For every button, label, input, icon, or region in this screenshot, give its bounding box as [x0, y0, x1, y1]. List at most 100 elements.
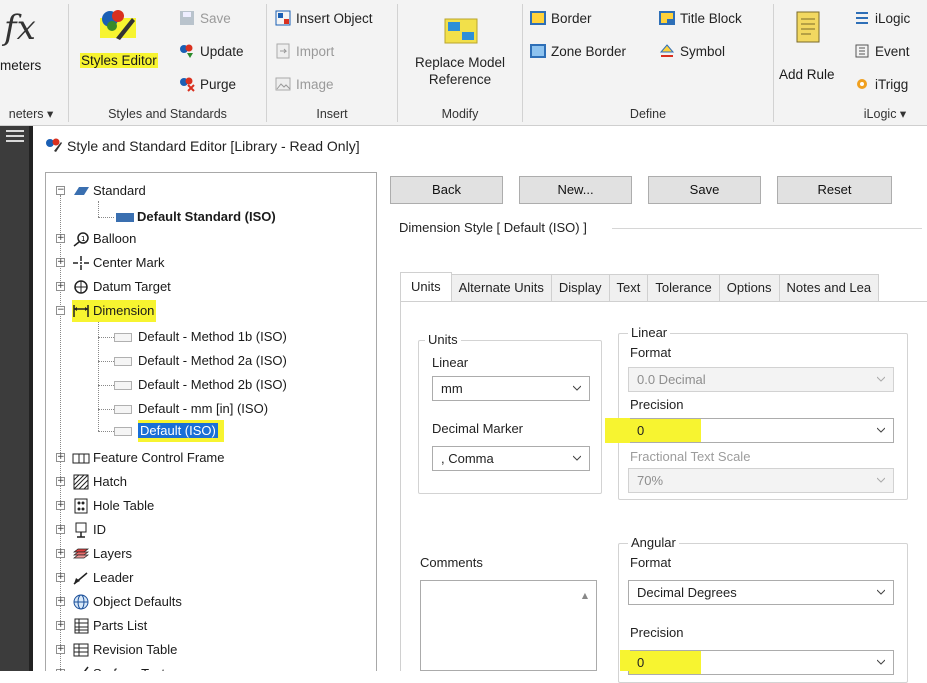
tab-notes-and-leaders[interactable]: Notes and Lea: [779, 274, 880, 302]
styles-editor-button[interactable]: Styles Editor: [76, 6, 168, 92]
tree-item-label: Revision Table: [93, 642, 178, 657]
angular-precision-dropdown[interactable]: 0: [628, 650, 894, 675]
tree-item-standard[interactable]: Standard: [72, 180, 146, 202]
back-button[interactable]: Back: [390, 176, 503, 204]
event-triggers-button[interactable]: Event: [854, 43, 910, 59]
linear-units-label: Linear: [432, 355, 469, 370]
group-divider: [612, 228, 922, 229]
insert-object-button[interactable]: Insert Object: [275, 10, 373, 26]
update-icon: [180, 44, 193, 58]
expand-icon[interactable]: +: [56, 645, 65, 654]
tab-options[interactable]: Options: [719, 274, 780, 302]
save-button[interactable]: Save: [648, 176, 761, 204]
layers-icon: [72, 548, 90, 559]
tree-item-hatch[interactable]: Hatch: [72, 471, 127, 493]
comments-textarea[interactable]: ▲: [420, 580, 597, 671]
linear-units-dropdown[interactable]: mm: [432, 376, 590, 401]
tree-item-center-mark[interactable]: Center Mark: [72, 252, 165, 274]
parameters-button[interactable]: fx meters: [0, 4, 62, 96]
zone-border-button[interactable]: Zone Border: [530, 43, 626, 59]
tab-display[interactable]: Display: [551, 274, 610, 302]
ribbon-separator: [266, 4, 267, 122]
tree-item-surface-texture[interactable]: Surface Texture: [72, 663, 184, 671]
reset-button[interactable]: Reset: [777, 176, 892, 204]
expand-icon[interactable]: +: [56, 477, 65, 486]
border-button[interactable]: Border: [530, 10, 592, 26]
expand-icon[interactable]: +: [56, 549, 65, 558]
tree-item-balloon[interactable]: 1 Balloon: [72, 228, 136, 250]
tree-item-datum-target[interactable]: Datum Target: [72, 276, 171, 298]
object-defaults-icon: [73, 594, 89, 610]
tree-item-mm-in[interactable]: Default - mm [in] (ISO): [114, 398, 268, 420]
modify-group-label: Modify: [441, 107, 479, 121]
ilogic-browser-button[interactable]: iLogic: [854, 10, 910, 26]
tree-item-label: ID: [93, 522, 106, 537]
title-block-button[interactable]: Title Block: [659, 10, 742, 26]
event-icon: [855, 44, 869, 58]
linear-precision-dropdown[interactable]: 0: [628, 418, 894, 443]
tree-item-leader[interactable]: Leader: [72, 567, 133, 589]
title-block-icon: [659, 11, 675, 25]
tree-item-revision-table[interactable]: Revision Table: [72, 639, 177, 661]
tree-connector: [98, 431, 114, 432]
purge-button[interactable]: Purge: [179, 76, 236, 92]
linear-format-dropdown[interactable]: 0.0 Decimal: [628, 367, 894, 392]
chevron-down-icon: [877, 659, 885, 665]
fx-icon: fx: [4, 8, 36, 48]
tree-item-default-standard[interactable]: Default Standard (ISO): [114, 206, 276, 228]
tree-item-method-2a[interactable]: Default - Method 2a (ISO): [114, 350, 287, 372]
expand-icon[interactable]: +: [56, 525, 65, 534]
itrigger-button[interactable]: iTrigg: [854, 76, 908, 92]
tree-item-default-iso[interactable]: Default (ISO): [114, 420, 224, 442]
expand-icon[interactable]: +: [56, 258, 65, 267]
menu-icon[interactable]: [6, 130, 24, 144]
expand-icon[interactable]: +: [56, 597, 65, 606]
tree-item-dimension[interactable]: Dimension: [72, 300, 157, 322]
tree-item-method-2b[interactable]: Default - Method 2b (ISO): [114, 374, 287, 396]
expand-icon[interactable]: +: [56, 621, 65, 630]
svg-text:1: 1: [81, 235, 85, 243]
replace-model-reference-button[interactable]: Replace Model Reference: [400, 6, 520, 98]
ribbon-separator: [773, 4, 774, 122]
tab-text[interactable]: Text: [609, 274, 649, 302]
collapse-icon[interactable]: −: [56, 186, 65, 195]
style-editor-title-icon: [46, 138, 62, 152]
new-button[interactable]: New...: [519, 176, 632, 204]
angular-precision-highlight: [620, 650, 630, 671]
tab-tolerance[interactable]: Tolerance: [648, 274, 720, 302]
import-button[interactable]: Import: [275, 43, 334, 59]
tab-units[interactable]: Units: [400, 272, 452, 302]
tree-item-object-defaults[interactable]: Object Defaults: [72, 591, 182, 613]
chevron-down-icon: [877, 477, 885, 483]
image-button[interactable]: Image: [275, 76, 334, 92]
tree-item-label: Default - Method 1b (ISO): [138, 329, 287, 344]
fractional-text-scale-dropdown[interactable]: 70%: [628, 468, 894, 493]
tree-item-hole-table[interactable]: Hole Table: [72, 495, 154, 517]
tree-connector: [98, 361, 114, 362]
update-button[interactable]: Update: [179, 43, 244, 59]
parameters-group-label: neters ▾: [8, 107, 54, 121]
collapse-icon[interactable]: −: [56, 306, 65, 315]
decimal-marker-dropdown[interactable]: , Comma: [432, 446, 590, 471]
expand-icon[interactable]: +: [56, 282, 65, 291]
save-style-button[interactable]: Save: [179, 10, 231, 26]
style-tree[interactable]: − Standard Default Standard (ISO) + 1 Ba…: [45, 172, 377, 671]
add-rule-button[interactable]: Add Rule: [776, 6, 842, 98]
expand-icon[interactable]: +: [56, 573, 65, 582]
tree-item-layers[interactable]: Layers: [72, 543, 132, 565]
tree-item-id[interactable]: ID: [72, 519, 106, 541]
chevron-down-icon: [877, 589, 885, 595]
angular-format-dropdown[interactable]: Decimal Degrees: [628, 580, 894, 605]
tab-alternate-units[interactable]: Alternate Units: [451, 274, 552, 302]
ilogic-icon: [856, 12, 868, 24]
tree-item-feature-control-frame[interactable]: Feature Control Frame: [72, 447, 225, 469]
angular-precision-label: Precision: [630, 625, 684, 640]
scroll-up-icon[interactable]: ▲: [582, 591, 588, 600]
expand-icon[interactable]: +: [56, 234, 65, 243]
tree-item-method-1b[interactable]: Default - Method 1b (ISO): [114, 326, 287, 348]
expand-icon[interactable]: +: [56, 501, 65, 510]
symbol-button[interactable]: Symbol: [659, 43, 725, 59]
tree-item-parts-list[interactable]: Parts List: [72, 615, 147, 637]
expand-icon[interactable]: +: [56, 453, 65, 462]
tree-connector: [98, 409, 114, 410]
